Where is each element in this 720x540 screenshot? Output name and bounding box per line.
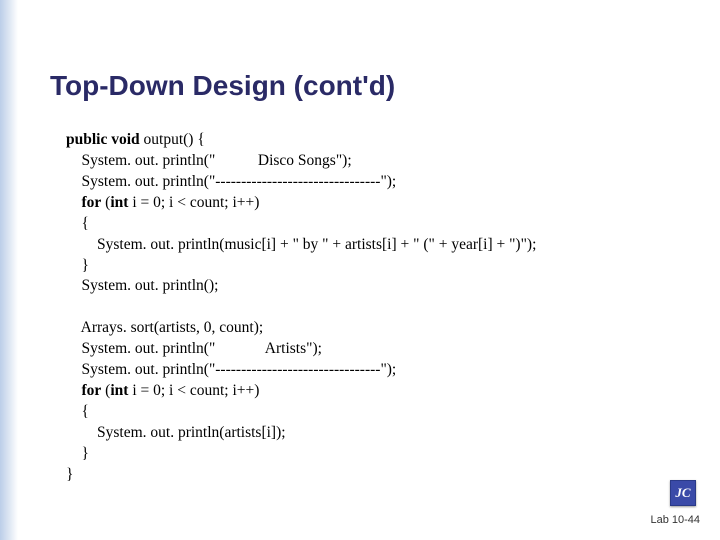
code-line: } bbox=[66, 257, 89, 274]
decorative-left-gradient bbox=[0, 0, 18, 540]
code-text: ( bbox=[101, 194, 110, 211]
code-line: System. out. println(music[i] + " by " +… bbox=[66, 236, 536, 253]
code-line: System. out. println(" Disco Songs"); bbox=[66, 152, 352, 169]
code-text: output() { bbox=[140, 131, 205, 148]
keyword-for: for bbox=[66, 194, 101, 211]
code-line: { bbox=[66, 215, 89, 232]
code-line: System. out. println(artists[i]); bbox=[66, 424, 286, 441]
logo-icon: JC bbox=[670, 480, 696, 506]
code-line: System. out. println(" Artists"); bbox=[66, 340, 322, 357]
code-line: Arrays. sort(artists, 0, count); bbox=[66, 319, 263, 336]
code-line: System. out. println("------------------… bbox=[66, 361, 396, 378]
slide-title: Top-Down Design (cont'd) bbox=[50, 70, 690, 102]
code-text: i = 0; i < count; i++) bbox=[128, 194, 259, 211]
slide-number: Lab 10-44 bbox=[650, 514, 700, 526]
code-line: } bbox=[66, 466, 73, 483]
slide-content: Top-Down Design (cont'd) public void out… bbox=[50, 70, 690, 486]
logo-text: JC bbox=[675, 485, 690, 501]
code-block: public void output() { System. out. prin… bbox=[66, 130, 690, 486]
keyword-int: int bbox=[110, 382, 128, 399]
code-line: System. out. println(); bbox=[66, 277, 218, 294]
keyword-int: int bbox=[110, 194, 128, 211]
keyword-public-void: public void bbox=[66, 131, 140, 148]
code-line: } bbox=[66, 445, 89, 462]
code-text: i = 0; i < count; i++) bbox=[128, 382, 259, 399]
keyword-for: for bbox=[66, 382, 101, 399]
code-text: ( bbox=[101, 382, 110, 399]
code-line: System. out. println("------------------… bbox=[66, 173, 396, 190]
code-line: { bbox=[66, 403, 89, 420]
